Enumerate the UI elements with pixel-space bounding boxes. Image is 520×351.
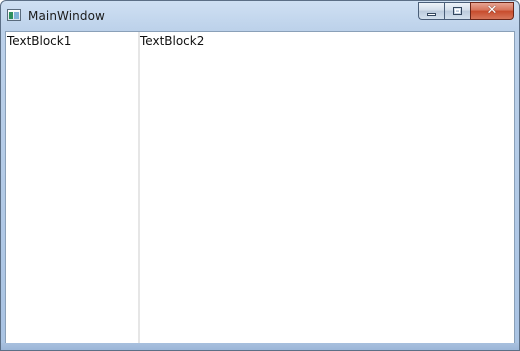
close-button[interactable]: ✕ xyxy=(470,2,514,20)
app-window-icon[interactable] xyxy=(7,9,21,21)
maximize-icon xyxy=(453,7,462,15)
window-title: MainWindow xyxy=(28,9,105,23)
maximize-button[interactable] xyxy=(444,2,470,20)
grid-splitter[interactable] xyxy=(138,32,140,343)
caption-buttons: ✕ xyxy=(418,2,514,21)
textblock-2: TextBlock2 xyxy=(140,34,205,48)
main-window: MainWindow ✕ TextBlock1 TextBlock2 xyxy=(0,0,520,351)
title-bar[interactable]: MainWindow ✕ xyxy=(1,1,519,31)
close-icon: ✕ xyxy=(486,3,498,18)
minimize-icon xyxy=(427,13,436,16)
minimize-button[interactable] xyxy=(418,2,444,20)
window-bottom-frame xyxy=(1,343,519,350)
textblock-1: TextBlock1 xyxy=(7,34,72,48)
client-area: TextBlock1 TextBlock2 xyxy=(5,31,515,344)
